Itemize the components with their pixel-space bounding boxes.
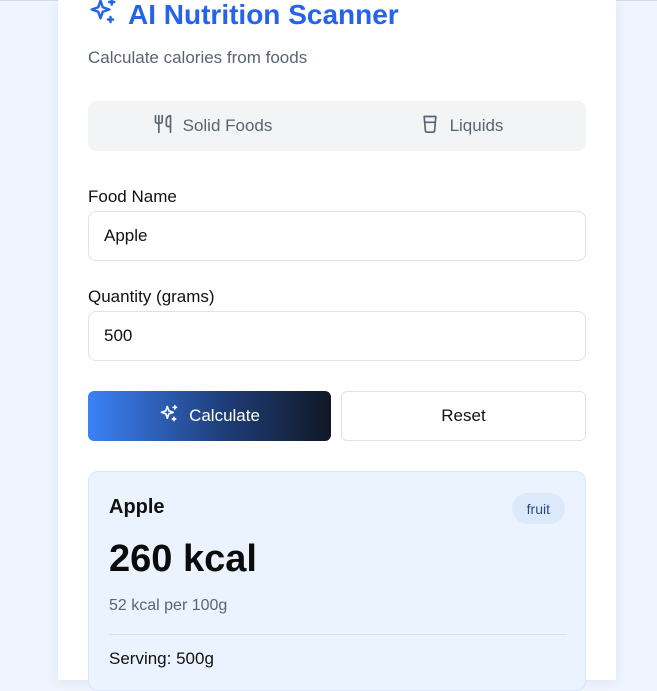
- quantity-input[interactable]: [88, 311, 586, 361]
- total-calories: 260 kcal: [109, 538, 257, 580]
- result-card: Apple fruit 260 kcal 52 kcal per 100g Se…: [88, 471, 586, 691]
- tab-liquids[interactable]: Liquids: [337, 101, 586, 151]
- page-title-text: AI Nutrition Scanner: [128, 0, 399, 30]
- calculate-button-label: Calculate: [189, 406, 260, 425]
- page-title: AI Nutrition Scanner: [88, 0, 399, 33]
- serving-size: Serving: 500g: [109, 649, 214, 668]
- result-food-name: Apple: [109, 496, 165, 518]
- reset-button-label: Reset: [441, 406, 486, 425]
- calories-per-100g: 52 kcal per 100g: [109, 597, 228, 614]
- utensils-icon: [153, 114, 183, 139]
- tab-solid-foods-label: Solid Foods: [182, 116, 273, 135]
- glass-icon: [420, 114, 450, 139]
- page-subtitle: Calculate calories from foods: [88, 48, 308, 67]
- result-divider: [109, 634, 567, 635]
- tab-solid-foods[interactable]: Solid Foods: [88, 101, 337, 151]
- food-name-label: Food Name: [88, 187, 177, 206]
- sparkles-icon: [88, 0, 128, 34]
- category-badge: fruit: [511, 493, 565, 524]
- quantity-label: Quantity (grams): [88, 287, 215, 306]
- food-name-input[interactable]: [88, 211, 586, 261]
- calculate-button[interactable]: Calculate: [88, 391, 331, 441]
- food-type-tabs: Solid Foods Liquids: [88, 101, 586, 151]
- reset-button[interactable]: Reset: [341, 391, 586, 441]
- sparkles-icon: [159, 404, 189, 429]
- tab-liquids-label: Liquids: [449, 116, 504, 135]
